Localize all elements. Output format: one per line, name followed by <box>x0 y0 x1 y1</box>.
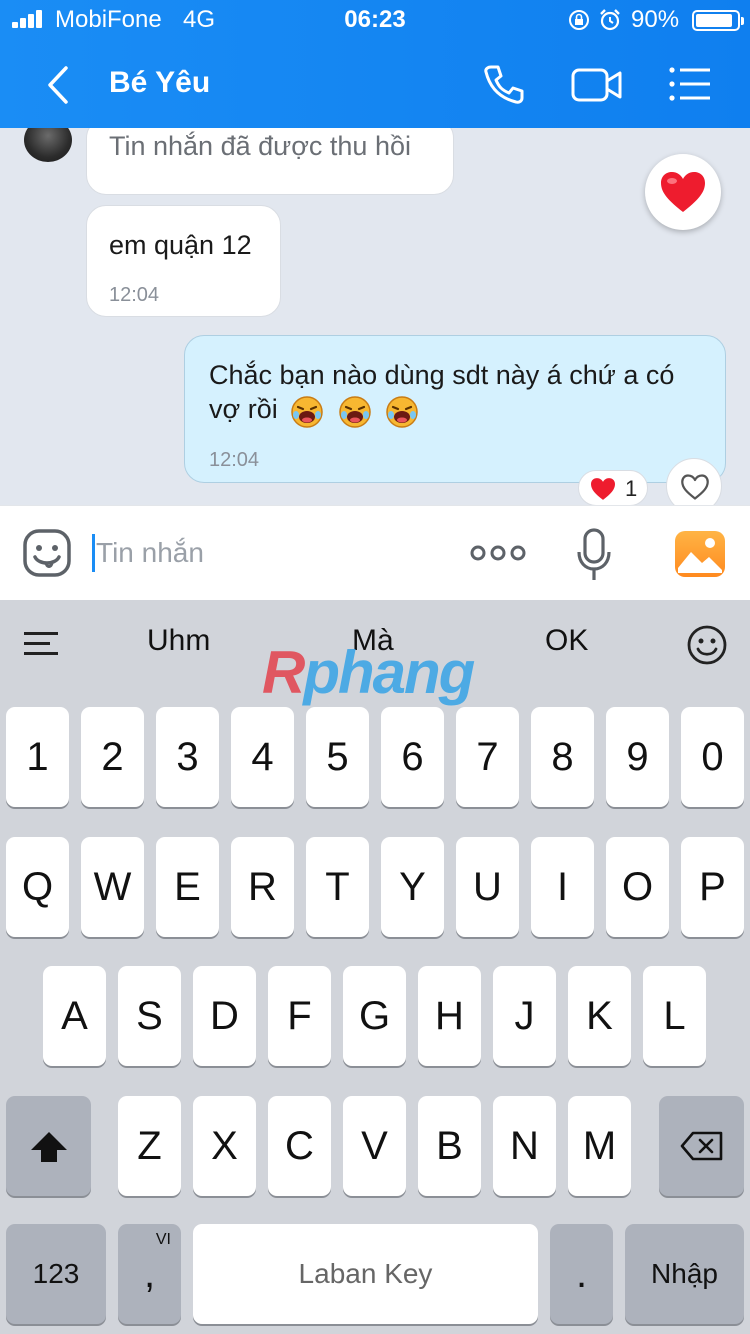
key[interactable]: U <box>456 837 519 937</box>
rotation-lock-icon <box>569 10 589 30</box>
avatar[interactable] <box>24 128 72 162</box>
reaction-summary[interactable]: 1 <box>578 470 648 505</box>
heart-icon <box>661 172 705 212</box>
key[interactable]: Y <box>381 837 444 937</box>
key[interactable]: B <box>418 1096 481 1196</box>
space-key[interactable]: Laban Key <box>193 1224 538 1324</box>
comma-key[interactable]: VI , <box>118 1224 181 1324</box>
laughing-emoji-icon <box>339 396 371 428</box>
message-text: em quận 12 <box>109 230 252 260</box>
period-key[interactable]: . <box>550 1224 613 1324</box>
alarm-icon <box>600 9 620 31</box>
incoming-message[interactable]: em quận 12 12:04 <box>86 205 281 317</box>
key[interactable]: W <box>81 837 144 937</box>
phone-icon[interactable] <box>482 62 526 106</box>
message-text: Chắc bạn nào dùng sdt này á chứ a có vợ … <box>209 360 675 424</box>
enter-key[interactable]: Nhập <box>625 1224 744 1324</box>
key[interactable]: X <box>193 1096 256 1196</box>
key[interactable]: J <box>493 966 556 1066</box>
key[interactable]: S <box>118 966 181 1066</box>
back-icon[interactable] <box>36 60 84 110</box>
menu-list-icon[interactable] <box>666 62 714 106</box>
recalled-message[interactable]: Tin nhắn đã được thu hồi <box>86 128 454 195</box>
more-icon[interactable] <box>470 538 526 568</box>
key[interactable]: F <box>268 966 331 1066</box>
key[interactable]: D <box>193 966 256 1066</box>
message-list[interactable]: Tin nhắn đã được thu hồi em quận 12 12:0… <box>0 128 750 505</box>
recalled-text: Tin nhắn đã được thu hồi <box>109 131 411 161</box>
key[interactable]: 3 <box>156 707 219 807</box>
mic-icon[interactable] <box>576 528 612 582</box>
chat-title[interactable]: Bé Yêu <box>109 66 210 100</box>
key[interactable]: 9 <box>606 707 669 807</box>
outgoing-message[interactable]: Chắc bạn nào dùng sdt này á chứ a có vợ … <box>184 335 726 483</box>
key[interactable]: 7 <box>456 707 519 807</box>
video-call-icon[interactable] <box>570 62 624 106</box>
heart-icon <box>591 478 615 500</box>
comma-label: , <box>143 1252 156 1296</box>
key[interactable]: 2 <box>81 707 144 807</box>
battery-icon <box>692 10 744 31</box>
laughing-emoji-icon <box>291 396 323 428</box>
laughing-emoji-icon <box>386 396 419 428</box>
status-bar: MobiFone 4G 06:23 90% <box>0 0 750 40</box>
shift-key[interactable] <box>6 1096 91 1196</box>
keyboard-emoji-icon[interactable] <box>686 624 728 666</box>
key[interactable]: P <box>681 837 744 937</box>
laughing-emoji-group <box>285 393 420 429</box>
key[interactable]: 5 <box>306 707 369 807</box>
suggestion-1[interactable]: Uhm <box>147 624 210 658</box>
react-button[interactable] <box>666 458 722 505</box>
key[interactable]: V <box>343 1096 406 1196</box>
battery-percent: 90% <box>631 6 680 33</box>
heart-outline-icon <box>681 474 709 500</box>
reaction-count: 1 <box>625 476 638 501</box>
key[interactable]: H <box>418 966 481 1066</box>
keyboard-menu-icon[interactable] <box>22 628 62 660</box>
quick-reaction-button[interactable] <box>645 154 721 230</box>
shift-icon <box>30 1132 67 1162</box>
key[interactable]: 6 <box>381 707 444 807</box>
key[interactable]: 4 <box>231 707 294 807</box>
backspace-icon <box>680 1131 722 1161</box>
key[interactable]: A <box>43 966 106 1066</box>
key[interactable]: 8 <box>531 707 594 807</box>
keyboard: Uhm Mà OK Rphang 1 2 3 4 5 6 7 8 9 0 Q W… <box>0 600 750 1334</box>
message-composer <box>0 505 750 600</box>
message-time: 12:04 <box>209 449 260 471</box>
photo-icon[interactable] <box>674 530 726 578</box>
text-cursor <box>92 534 95 572</box>
key[interactable]: 1 <box>6 707 69 807</box>
chat-header: MobiFone 4G 06:23 90% Bé Yêu <box>0 0 750 128</box>
suggestion-bar: Uhm Mà OK Rphang <box>0 600 750 706</box>
key[interactable]: G <box>343 966 406 1066</box>
key[interactable]: Z <box>118 1096 181 1196</box>
key[interactable]: N <box>493 1096 556 1196</box>
key[interactable]: E <box>156 837 219 937</box>
key[interactable]: M <box>568 1096 631 1196</box>
numbers-key[interactable]: 123 <box>6 1224 106 1324</box>
key[interactable]: Q <box>6 837 69 937</box>
watermark-logo: Rphang <box>262 639 475 706</box>
key[interactable]: 0 <box>681 707 744 807</box>
key[interactable]: I <box>531 837 594 937</box>
key[interactable]: L <box>643 966 706 1066</box>
language-hint: VI <box>155 1231 171 1248</box>
key[interactable]: K <box>568 966 631 1066</box>
message-time: 12:04 <box>109 284 160 306</box>
suggestion-3[interactable]: OK <box>545 624 588 658</box>
key[interactable]: R <box>231 837 294 937</box>
backspace-key[interactable] <box>659 1096 744 1196</box>
sticker-icon[interactable] <box>22 528 72 578</box>
key[interactable]: T <box>306 837 369 937</box>
key[interactable]: C <box>268 1096 331 1196</box>
message-input[interactable] <box>96 528 436 578</box>
key[interactable]: O <box>606 837 669 937</box>
